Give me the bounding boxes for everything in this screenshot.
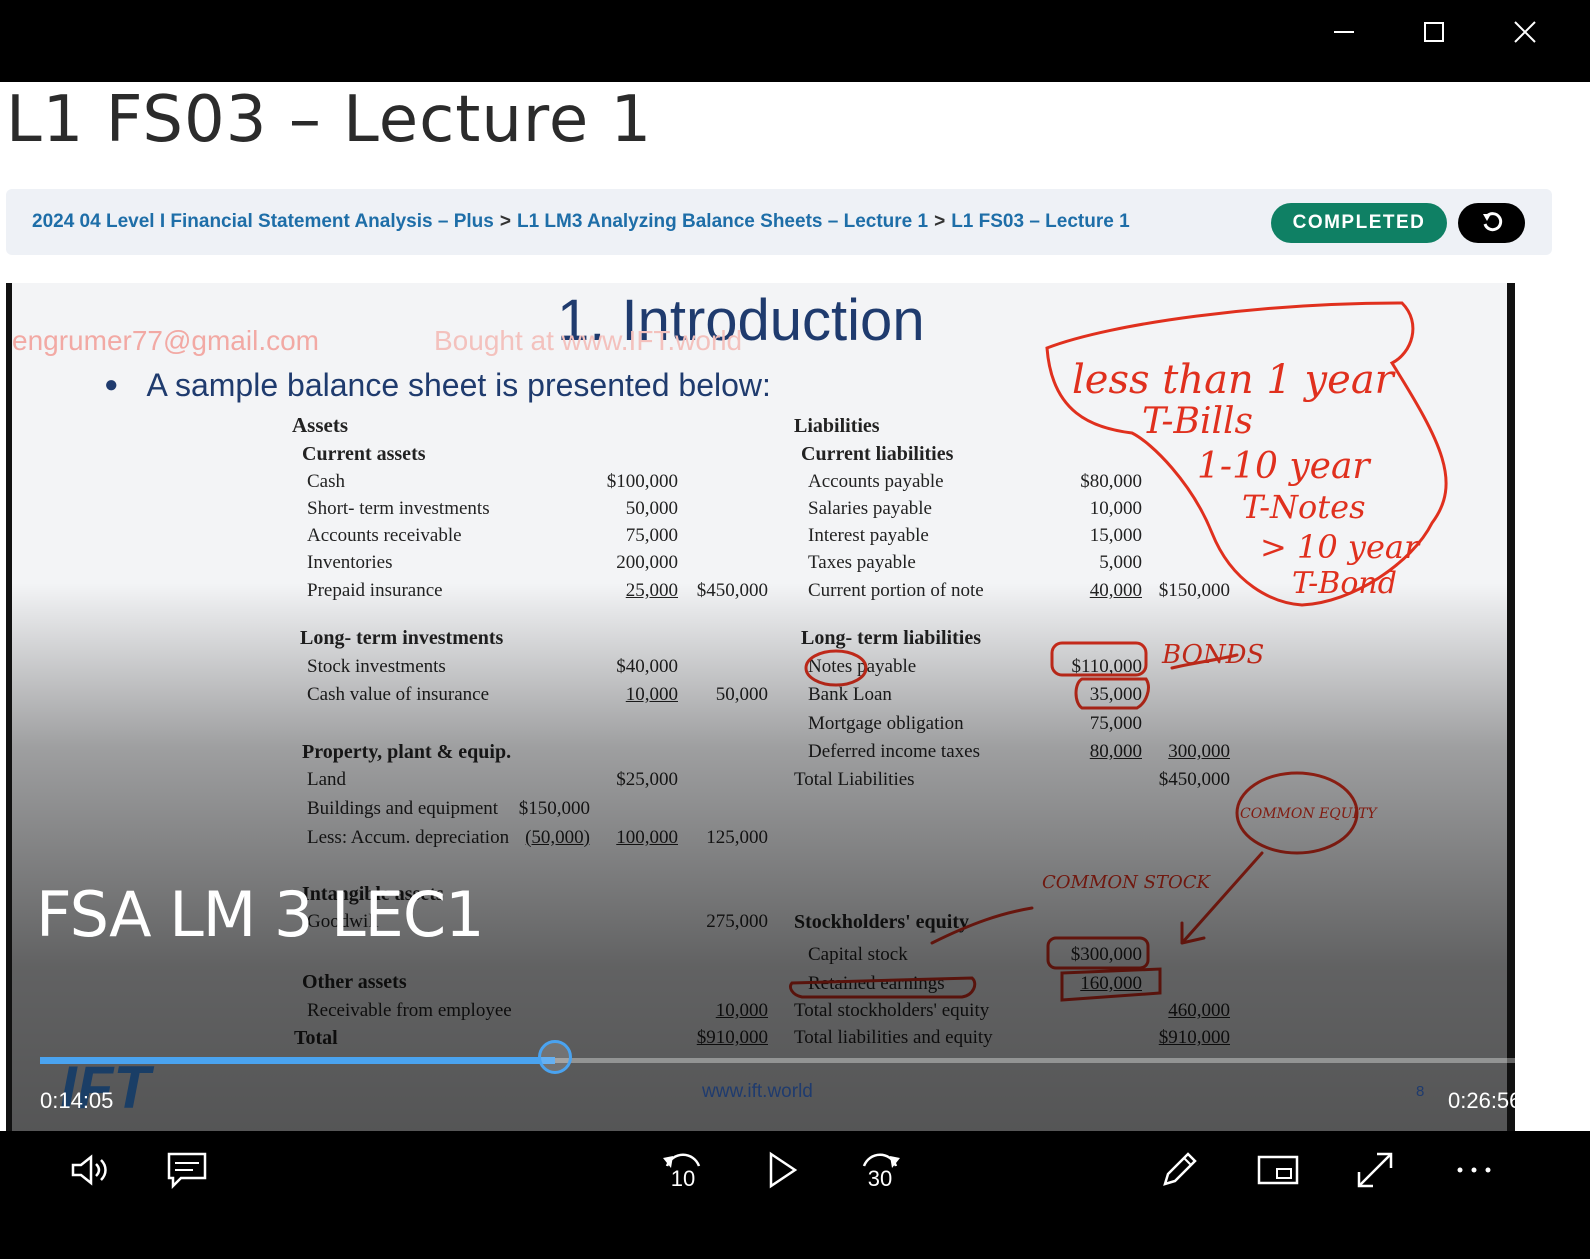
skip-forward-label: 30 — [867, 1166, 893, 1191]
duration: 0:26:56 — [1448, 1088, 1522, 1113]
ink-text: COMMON EQUITY — [1240, 806, 1378, 822]
breadcrumb: 2024 04 Level I Financial Statement Anal… — [32, 211, 1130, 233]
maximize-icon[interactable] — [1412, 10, 1456, 54]
seek-progress — [40, 1057, 556, 1064]
ink-text: T-Bills — [1142, 401, 1253, 442]
current-time: 0:14:05 — [40, 1088, 114, 1113]
captions-icon[interactable] — [162, 1146, 212, 1194]
video-player[interactable]: 1. Introduction engrumer77@gmail.com Bou… — [6, 283, 1515, 1131]
video-title: FSA LM 3 LEC1 — [36, 878, 485, 951]
volume-icon[interactable] — [64, 1146, 114, 1194]
more-options-icon[interactable] — [1449, 1146, 1499, 1194]
breadcrumb-separator: > — [499, 211, 511, 232]
breadcrumb-item-lecture[interactable]: L1 FS03 – Lecture 1 — [951, 211, 1129, 232]
skip-back-button[interactable]: 10 — [658, 1146, 708, 1194]
ink-text: > 10 year — [1260, 528, 1421, 566]
minimize-icon[interactable] — [1322, 10, 1366, 54]
ink-annotations: less than 1 year T-Bills 1-10 year T-Not… — [788, 301, 1448, 1002]
play-button[interactable] — [758, 1146, 808, 1194]
ink-text: T-Notes — [1242, 488, 1366, 526]
pen-icon[interactable] — [1154, 1146, 1204, 1194]
breadcrumb-item-module[interactable]: L1 LM3 Analyzing Balance Sheets – Lectur… — [517, 211, 928, 232]
page-title: L1 FS03 – Lecture 1 — [6, 83, 653, 157]
completed-badge: COMPLETED — [1271, 203, 1447, 243]
breadcrumb-separator: > — [934, 211, 946, 232]
ink-text: 1-10 year — [1197, 446, 1371, 487]
reset-progress-button[interactable] — [1458, 203, 1525, 243]
slide-page-number: 8 — [1416, 1083, 1425, 1100]
ink-text: T-Bond — [1292, 566, 1397, 601]
skip-back-label: 10 — [670, 1166, 696, 1191]
ink-text: BONDS — [1161, 640, 1264, 670]
close-icon[interactable] — [1503, 10, 1547, 54]
fullscreen-icon[interactable] — [1350, 1146, 1400, 1194]
skip-forward-button[interactable]: 30 — [855, 1146, 905, 1194]
mini-view-icon[interactable] — [1253, 1146, 1303, 1194]
ink-text: less than 1 year — [1072, 357, 1397, 403]
undo-icon — [1482, 212, 1502, 232]
slide-footer-url: www.ift.world — [702, 1081, 813, 1102]
breadcrumb-item-course[interactable]: 2024 04 Level I Financial Statement Anal… — [32, 211, 494, 232]
ink-text: COMMON STOCK — [1042, 872, 1211, 893]
window-titlebar — [0, 0, 1590, 82]
